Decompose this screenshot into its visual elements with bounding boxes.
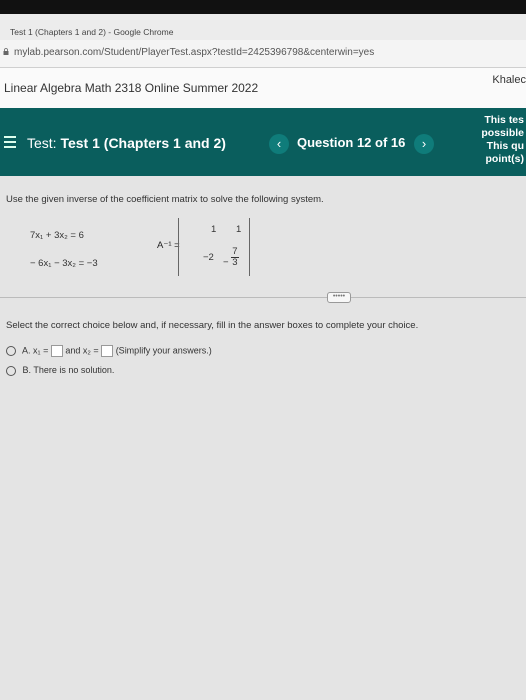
notice-line: This tes [484, 114, 524, 126]
x1-label: x₁ = [33, 345, 49, 356]
matrix-a21: −2 [203, 252, 214, 263]
instruction-text: Select the correct choice below and, if … [6, 320, 419, 331]
matrix-a22: − 7 3 [223, 247, 239, 268]
x2-label: and x₂ = [65, 345, 99, 356]
previous-question-button[interactable]: ‹ [269, 134, 289, 154]
user-name[interactable]: Khalec [492, 74, 526, 86]
browser-title-bar: Test 1 (Chapters 1 and 2) - Google Chrom… [0, 14, 526, 42]
matrix-a22-sign: − [223, 257, 229, 268]
choice-a[interactable]: A. x₁ = and x₂ = (Simplify your answers.… [6, 345, 212, 357]
test-header: Test: Test 1 (Chapters 1 and 2) ‹ Questi… [0, 108, 526, 176]
equation-2: − 6x₁ − 3x₂ = −3 [30, 258, 98, 269]
menu-icon[interactable] [4, 136, 16, 151]
x1-answer-box[interactable] [50, 345, 63, 357]
simplify-hint: (Simplify your answers.) [115, 345, 212, 356]
test-label-prefix: Test: [27, 135, 57, 151]
matrix-a22-fraction: 7 3 [231, 247, 239, 268]
inverse-matrix: 1 1 −2 − 7 3 [178, 218, 250, 276]
expand-button[interactable]: ••••• [327, 292, 351, 303]
question-counter: Question 12 of 16 [297, 135, 406, 150]
equation-system: 7x₁ + 3x₂ = 6 − 6x₁ − 3x₂ = −3 [30, 222, 98, 278]
x2-answer-box[interactable] [101, 345, 114, 357]
course-header: Linear Algebra Math 2318 Online Summer 2… [0, 68, 526, 109]
os-top-bar [0, 0, 526, 14]
equation-1: 7x₁ + 3x₂ = 6 [30, 230, 84, 241]
radio-choice-b[interactable] [6, 365, 16, 376]
notice-line: This qu [486, 140, 524, 152]
choice-b-label: B. [22, 365, 32, 375]
radio-choice-a[interactable] [6, 346, 16, 356]
matrix-a11: 1 [211, 224, 217, 235]
choice-b[interactable]: B. There is no solution. [6, 365, 114, 376]
question-prompt: Use the given inverse of the coefficient… [6, 194, 324, 205]
lock-icon [3, 48, 9, 55]
address-bar[interactable]: mylab.pearson.com/Student/PlayerTest.asp… [0, 40, 526, 68]
choice-a-label: A. [22, 345, 31, 356]
window-title: Test 1 (Chapters 1 and 2) - Google Chrom… [10, 27, 174, 37]
fraction-denominator: 3 [232, 257, 238, 268]
test-title: Test: Test 1 (Chapters 1 and 2) [27, 135, 226, 151]
notice-line: possible [481, 127, 524, 139]
question-navigator: ‹ Question 12 of 16 › [264, 131, 442, 157]
url-text[interactable]: mylab.pearson.com/Student/PlayerTest.asp… [14, 47, 374, 58]
test-name: Test 1 (Chapters 1 and 2) [60, 135, 226, 151]
question-area: Use the given inverse of the coefficient… [0, 176, 526, 700]
next-question-button[interactable]: › [414, 134, 434, 154]
course-title: Linear Algebra Math 2318 Online Summer 2… [4, 81, 259, 95]
choice-b-text: There is no solution. [33, 365, 115, 375]
matrix-a12: 1 [236, 224, 242, 235]
inverse-label: A⁻¹ = [157, 240, 180, 251]
notice-line: point(s) [485, 153, 525, 165]
section-divider [0, 297, 526, 298]
test-notice: This tes possible This qu point(s) [476, 114, 524, 166]
